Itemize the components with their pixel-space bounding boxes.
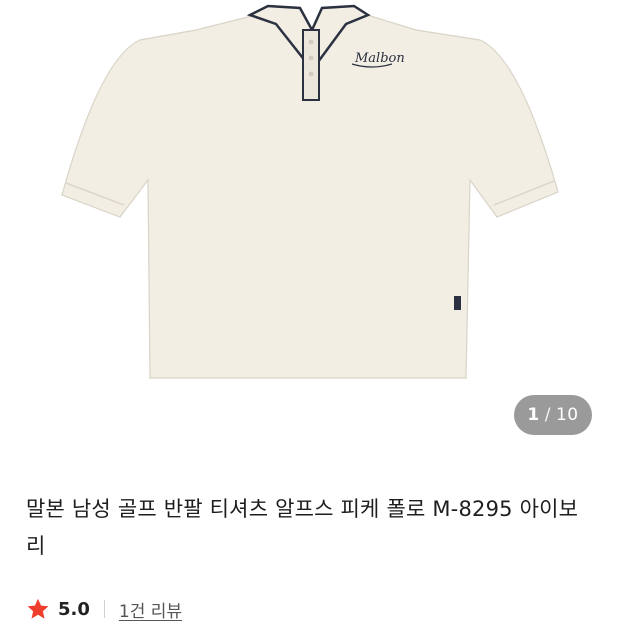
counter-current: 1 bbox=[527, 405, 540, 425]
product-image[interactable] bbox=[0, 0, 620, 460]
product-title: 말본 남성 골프 반팔 티셔츠 알프스 피케 폴로 M-8295 아이보리 bbox=[26, 497, 579, 558]
counter-separator: / bbox=[544, 405, 551, 425]
counter-total: 10 bbox=[555, 405, 579, 425]
star-icon bbox=[27, 598, 49, 619]
rating-score: 5.0 bbox=[58, 598, 90, 620]
reviews-link[interactable]: 1건 리뷰 bbox=[119, 597, 182, 622]
rating-divider bbox=[103, 600, 105, 618]
image-counter: 1 / 10 bbox=[514, 395, 592, 435]
product-image-gallery[interactable]: Malbon 1 / 10 bbox=[0, 0, 620, 460]
